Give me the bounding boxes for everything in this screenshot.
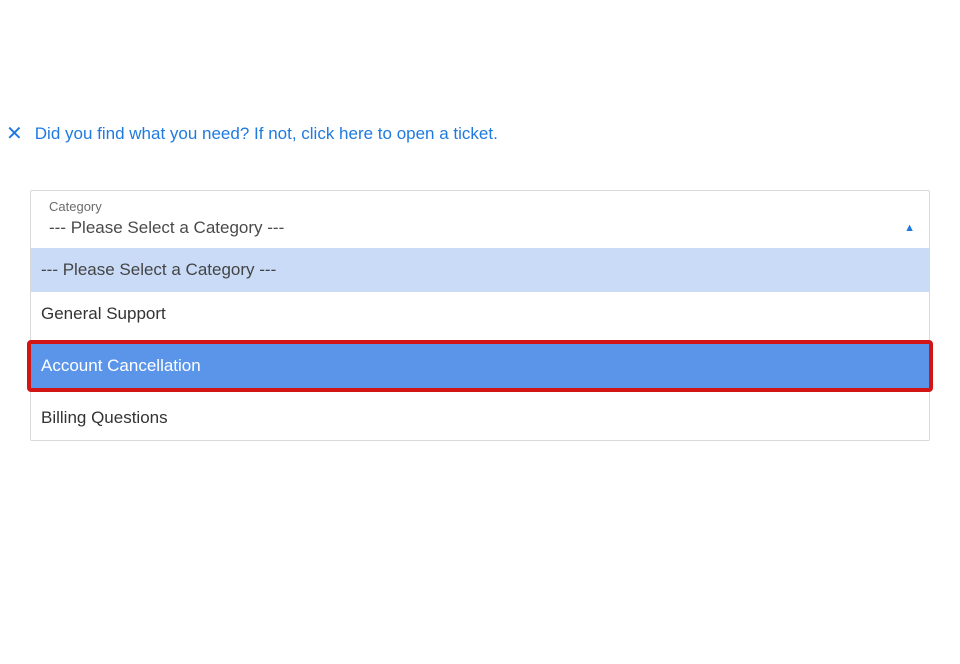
- selected-row[interactable]: --- Please Select a Category --- ▲: [31, 214, 929, 248]
- close-icon[interactable]: ✕: [6, 124, 23, 144]
- field-label: Category: [31, 191, 929, 214]
- category-select[interactable]: Category --- Please Select a Category --…: [30, 190, 930, 441]
- options-list: --- Please Select a Category --- General…: [31, 248, 929, 440]
- banner-link[interactable]: Did you find what you need? If not, clic…: [35, 124, 498, 144]
- caret-up-icon: ▲: [904, 222, 915, 234]
- option-general-support[interactable]: General Support: [31, 292, 929, 336]
- option-billing-questions[interactable]: Billing Questions: [31, 396, 929, 440]
- category-field: Category --- Please Select a Category --…: [30, 190, 930, 441]
- option-account-cancellation[interactable]: Account Cancellation: [31, 344, 929, 388]
- selected-value: --- Please Select a Category ---: [49, 218, 284, 238]
- option-placeholder[interactable]: --- Please Select a Category ---: [31, 248, 929, 292]
- option-highlight-frame: Account Cancellation: [27, 340, 933, 392]
- help-banner: ✕ Did you find what you need? If not, cl…: [0, 124, 960, 144]
